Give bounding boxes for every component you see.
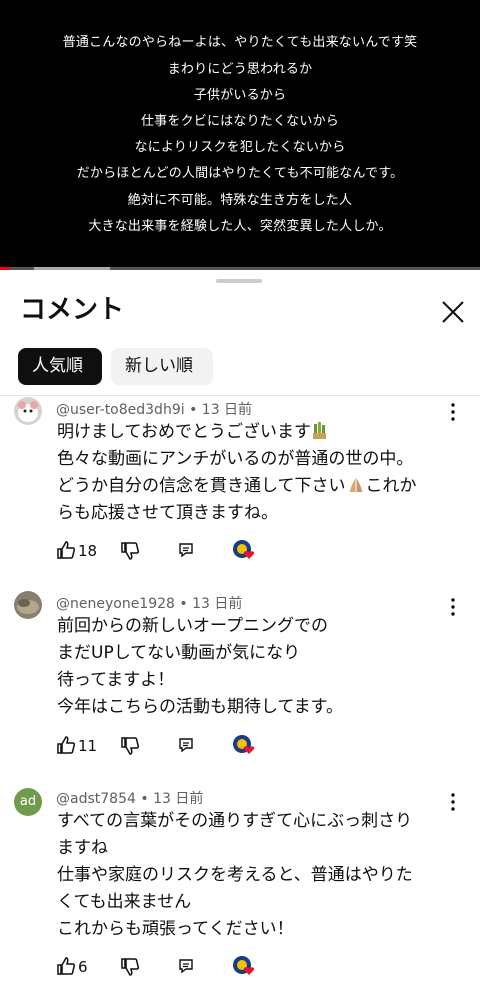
avatar[interactable] xyxy=(14,591,42,619)
comment-text: すべての言葉がその通りすぎて心にぶっ刺さり ますね 仕事や家庭のリスクを考えると… xyxy=(57,811,413,939)
comment-text: 前回からの新しいオープニングでの まだUPしてない動画が気になり 待ってますよ！… xyxy=(57,616,343,717)
comment-meta: @user-to8ed3dh9i • 13 日前 xyxy=(56,402,253,418)
like-count: 18 xyxy=(78,542,98,560)
thumbs-up-icon[interactable] xyxy=(56,735,76,755)
comment-meta: @neneyone1928 • 13 日前 xyxy=(56,596,243,612)
thumbs-up-icon[interactable] xyxy=(56,540,76,560)
thumbs-down-icon[interactable] xyxy=(120,957,140,977)
like-count: 6 xyxy=(78,958,88,976)
comment-text: 明けましておめでとうございます 色々な動画にアンチがいるのが普通の世の中。 どう… xyxy=(57,422,417,523)
reply-icon[interactable] xyxy=(178,737,194,753)
divider xyxy=(0,395,480,396)
thumbs-up-icon[interactable] xyxy=(56,956,76,976)
creator-heart-icon xyxy=(233,956,255,975)
progress-played xyxy=(0,267,10,270)
subtitle-line: なによりリスクを犯したくないから xyxy=(134,140,346,155)
creator-heart-icon xyxy=(233,540,255,559)
comment-author[interactable]: @user-to8ed3dh9i xyxy=(56,402,185,418)
more-vert-icon[interactable] xyxy=(446,597,460,617)
thumbs-down-icon[interactable] xyxy=(120,541,140,561)
comment-actions: 6 xyxy=(56,956,276,980)
panel-title: コメント xyxy=(20,295,125,325)
sort-chip-newest[interactable]: 新しい順 xyxy=(111,348,213,385)
comment-meta: @adst7854 • 13 日前 xyxy=(56,791,204,807)
more-vert-icon[interactable] xyxy=(446,792,460,812)
avatar[interactable] xyxy=(14,397,42,425)
more-vert-icon[interactable] xyxy=(446,402,460,422)
comment-age: 13 日前 xyxy=(192,596,243,612)
video-player[interactable]: 普通こんなのやらねーよは、やりたくても出来ないんです笑 まわりにどう思われるか … xyxy=(0,0,480,270)
avatar[interactable]: ad xyxy=(14,788,42,816)
close-icon[interactable] xyxy=(438,297,468,327)
subtitle-line: だからほとんどの人間はやりたくても不可能なんです。 xyxy=(76,166,404,181)
comment-age: 13 日前 xyxy=(201,402,253,418)
subtitle-line: 普通こんなのやらねーよは、やりたくても出来ないんです笑 xyxy=(62,35,418,50)
subtitle-line: 子供がいるから xyxy=(193,88,287,103)
creator-heart-icon xyxy=(233,735,255,754)
drag-handle[interactable] xyxy=(216,279,262,283)
subtitle-line: 仕事をクビにはなりたくないから xyxy=(140,114,339,129)
comment-age: 13 日前 xyxy=(153,791,204,807)
sort-chip-popular[interactable]: 人気順 xyxy=(18,348,102,385)
subtitle-line: 大きな出来事を経験した人、突然変異した人しか。 xyxy=(88,219,392,234)
hamster-avatar-icon xyxy=(14,397,42,425)
subtitle-line: 絶対に不可能。特殊な生き方をした人 xyxy=(127,193,353,208)
thumbs-down-icon[interactable] xyxy=(120,736,140,756)
comment-author[interactable]: @adst7854 xyxy=(56,791,136,807)
subtitle-line: まわりにどう思われるか xyxy=(167,62,313,77)
reply-icon[interactable] xyxy=(178,958,194,974)
reply-icon[interactable] xyxy=(178,542,194,558)
photo-avatar-icon xyxy=(14,591,42,619)
kadomatsu-emoji xyxy=(312,422,326,439)
comment-author[interactable]: @neneyone1928 xyxy=(56,596,175,612)
comment-actions: 18 xyxy=(56,540,276,564)
like-count: 11 xyxy=(78,737,98,755)
praying-hands-emoji xyxy=(349,478,362,492)
comment-actions: 11 xyxy=(56,735,276,759)
